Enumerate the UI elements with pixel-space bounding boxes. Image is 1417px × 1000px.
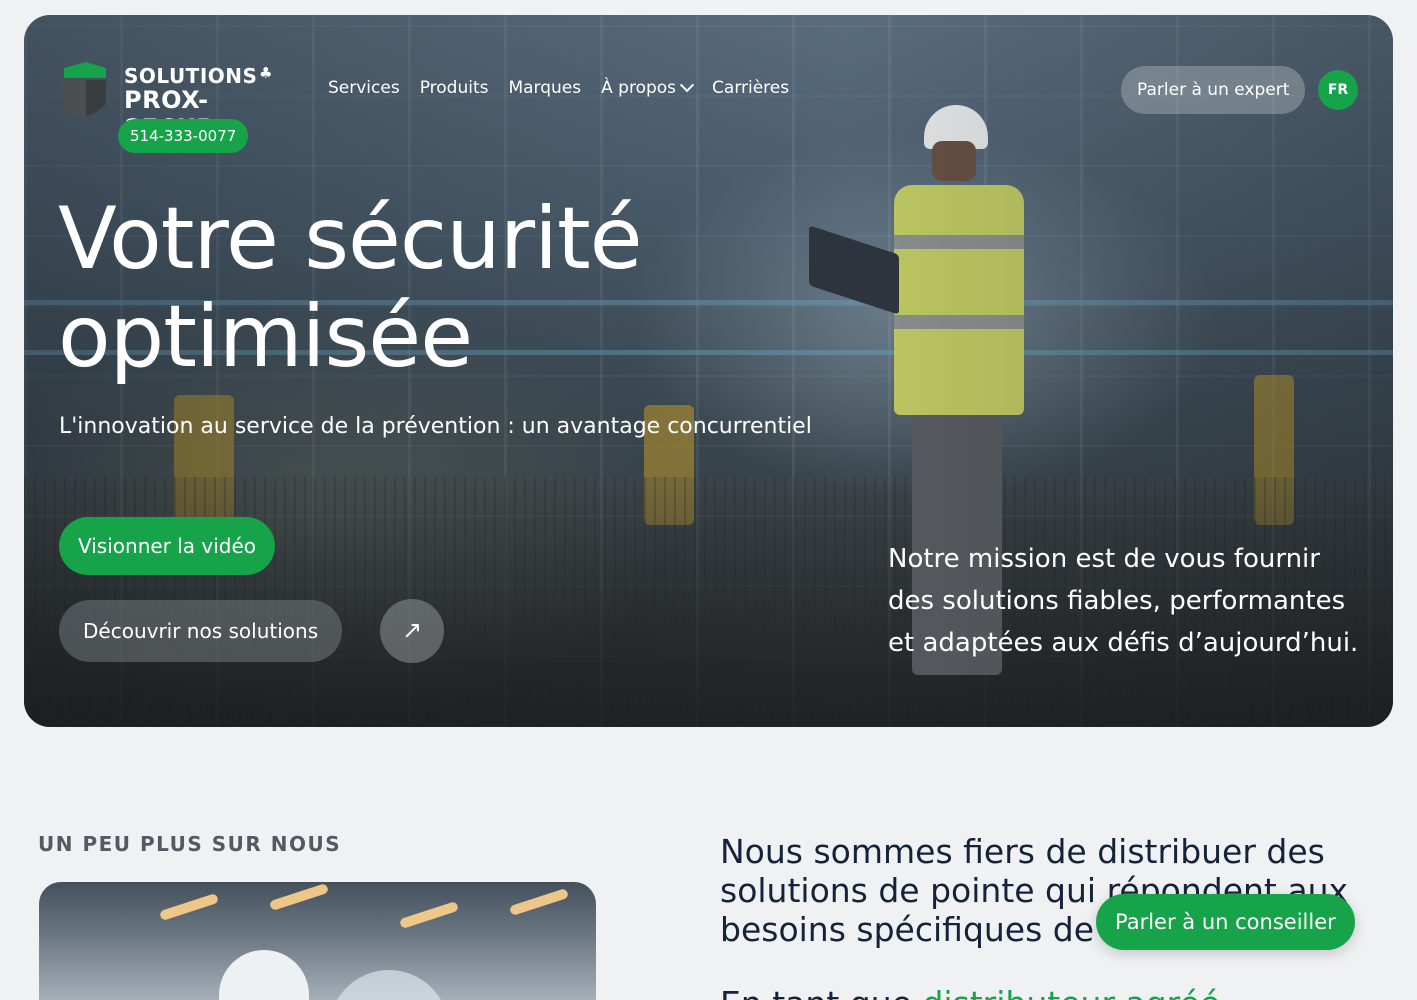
- site-logo[interactable]: SOLUTIONS ♣ PROX-SECUR: [60, 60, 300, 142]
- nav-item-label: À propos: [601, 78, 677, 98]
- hero-headline-line1: Votre sécurité: [58, 189, 643, 289]
- phone-link[interactable]: 514-333-0077: [118, 119, 249, 153]
- nav-item-label: Marques: [508, 78, 582, 98]
- about-image: [39, 882, 596, 1000]
- logo-text-solutions: SOLUTIONS: [124, 64, 258, 88]
- discover-solutions-button[interactable]: Découvrir nos solutions: [59, 600, 343, 662]
- maple-leaf-icon: ♣: [259, 64, 273, 82]
- nav-item-produits[interactable]: Produits: [420, 78, 489, 98]
- talk-to-expert-button[interactable]: Parler à un expert: [1121, 66, 1306, 114]
- about-partial-text: En tant que distributeur agréé: [720, 984, 1220, 1000]
- main-nav: Services Produits Marques À propos Carri…: [328, 78, 789, 98]
- language-switch-button[interactable]: FR: [1318, 70, 1358, 110]
- nav-item-a-propos[interactable]: À propos: [601, 78, 695, 98]
- distributor-link[interactable]: distributeur agréé: [922, 984, 1220, 1000]
- nav-item-label: Carrières: [712, 78, 790, 98]
- arrow-up-right-icon[interactable]: ↗: [380, 599, 444, 663]
- nav-item-carrieres[interactable]: Carrières: [712, 78, 789, 98]
- chevron-down-icon: [679, 78, 695, 93]
- about-partial-plain: En tant que: [720, 984, 912, 1000]
- hero-headline: Votre sécurité optimisée: [58, 190, 758, 386]
- talk-to-advisor-button[interactable]: Parler à un conseiller: [1096, 894, 1355, 950]
- mission-statement: Notre mission est de vous fournir des so…: [888, 544, 1359, 658]
- hero-subheading: L'innovation au service de la prévention…: [59, 414, 812, 439]
- hero-headline-line2: optimisée: [58, 287, 473, 387]
- nav-item-services[interactable]: Services: [328, 78, 400, 98]
- nav-item-label: Services: [328, 78, 400, 98]
- nav-item-marques[interactable]: Marques: [508, 78, 581, 98]
- logo-mark-icon: [62, 62, 106, 118]
- about-eyebrow: UN PEU PLUS SUR NOUS: [38, 832, 342, 856]
- nav-item-label: Produits: [419, 78, 489, 98]
- watch-video-button[interactable]: Visionner la vidéo: [59, 517, 276, 575]
